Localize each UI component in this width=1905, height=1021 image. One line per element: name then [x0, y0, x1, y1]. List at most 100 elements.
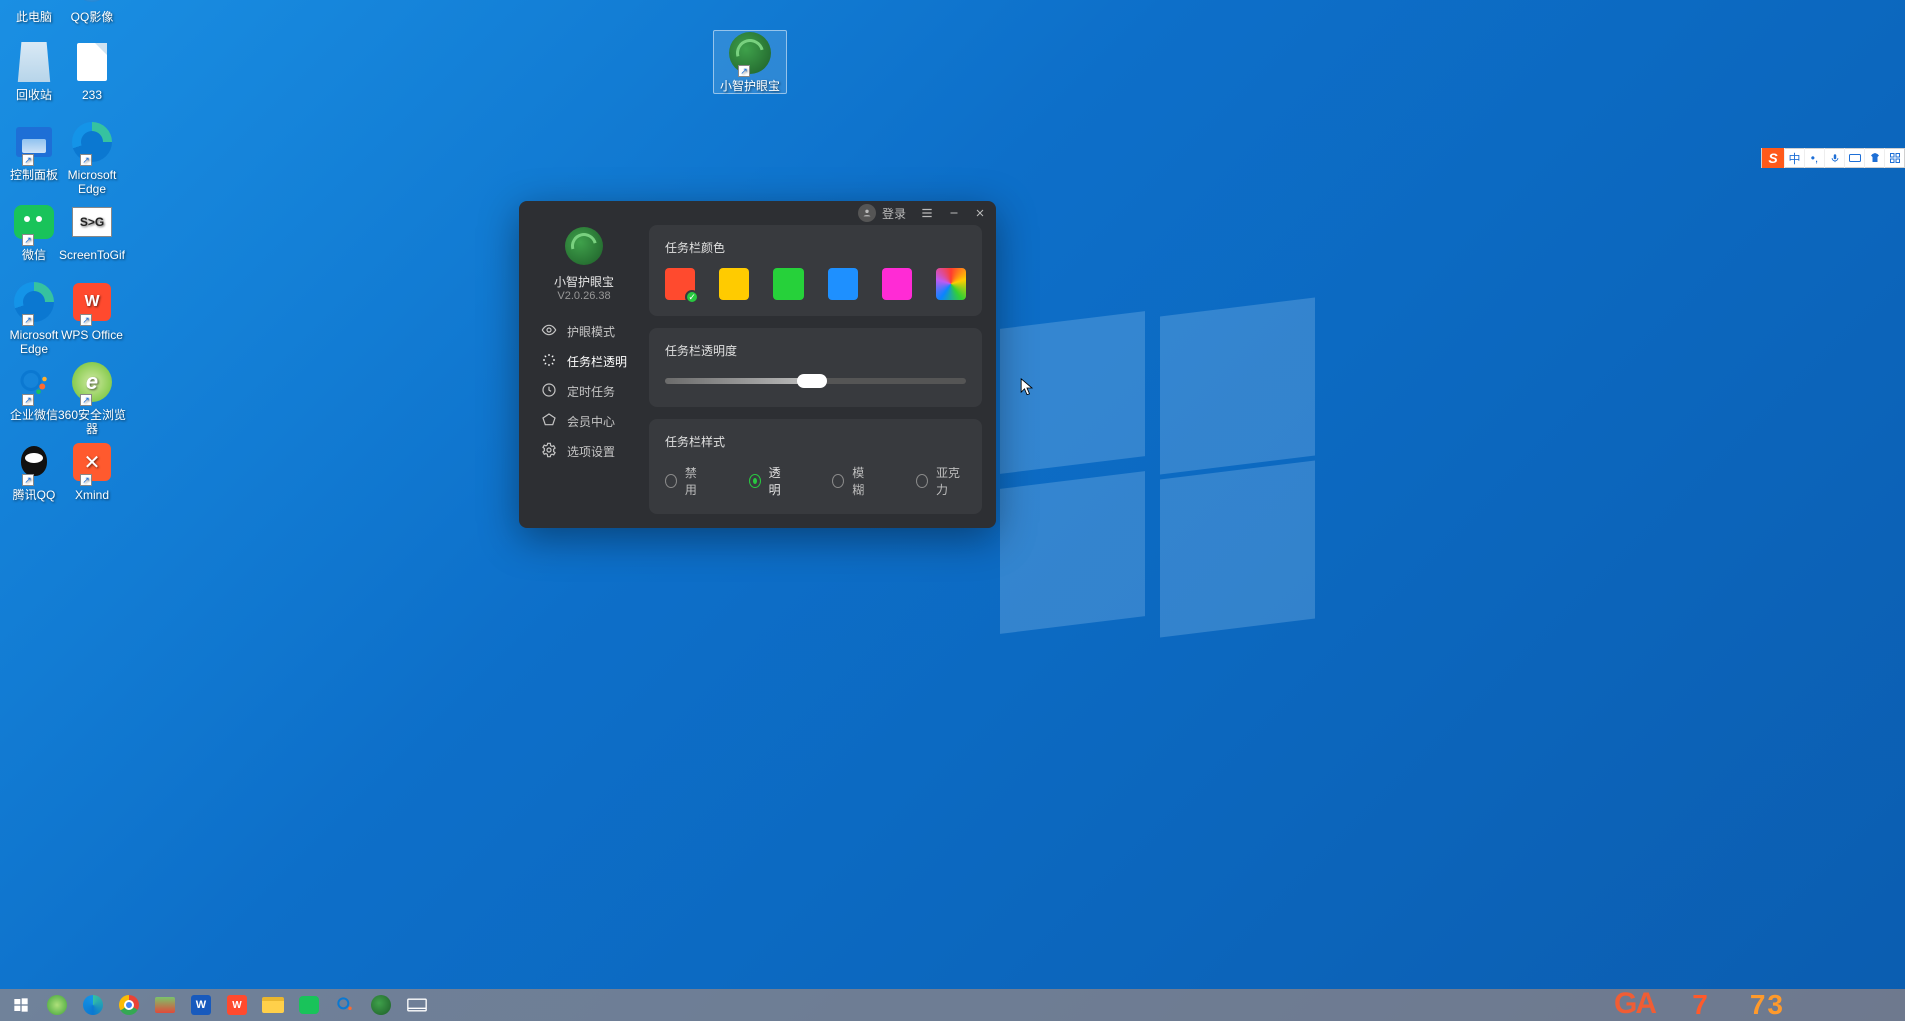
ime-toolbar[interactable]: S 中 •,: [1761, 148, 1905, 168]
desktop-icon-qq-image[interactable]: QQ影像: [55, 0, 129, 24]
app-icon: ↗: [728, 31, 772, 75]
taskbar-chrome[interactable]: [114, 991, 144, 1019]
desktop-icon-label: Xmind: [55, 488, 129, 502]
shortcut-badge-icon: ↗: [738, 65, 750, 77]
taskbar-wechat[interactable]: [294, 991, 324, 1019]
desktop-icon-360[interactable]: ↗360安全浏览器: [55, 360, 129, 436]
nav-item-timer[interactable]: 定时任务: [519, 376, 649, 406]
windows-icon: [13, 997, 29, 1013]
ime-punct-icon[interactable]: •,: [1804, 148, 1824, 168]
shortcut-badge-icon: ↗: [22, 394, 34, 406]
card-title: 任务栏样式: [665, 433, 966, 450]
radio-dot-icon: [916, 474, 928, 488]
minimize-button[interactable]: [948, 207, 960, 219]
desktop-icon-app[interactable]: ↗ 小智护眼宝: [713, 30, 787, 94]
ime-mic-icon[interactable]: [1824, 148, 1844, 168]
doc-233-icon: [70, 40, 114, 84]
edge2-icon: ↗: [12, 280, 56, 324]
vip-icon: [541, 412, 557, 431]
nav: 护眼模式任务栏透明定时任务会员中心选项设置: [519, 316, 649, 466]
start-button[interactable]: [6, 991, 36, 1019]
mouse-cursor: [1020, 378, 1034, 398]
style-radio-0[interactable]: 禁用: [665, 464, 705, 498]
desktop-icon-xmind[interactable]: ↗ Xmind: [55, 440, 129, 502]
windows-logo-backdrop: [1000, 320, 1310, 630]
check-icon: ✓: [685, 290, 699, 304]
nav-item-taskbar[interactable]: 任务栏透明: [519, 346, 649, 376]
360-icon: ↗: [70, 360, 114, 404]
color-swatches: ✓: [665, 268, 966, 300]
tray-overlay-left: GA: [1614, 987, 1655, 1021]
style-radio-3[interactable]: 亚克力: [916, 464, 966, 498]
this-pc-icon: [12, 0, 56, 6]
close-icon: [974, 207, 986, 219]
menu-button[interactable]: [920, 206, 934, 220]
shortcut-badge-icon: ↗: [80, 394, 92, 406]
color-swatch-0[interactable]: ✓: [665, 268, 695, 300]
radio-dot-icon: [749, 474, 761, 488]
nav-label: 选项设置: [567, 443, 615, 460]
color-swatch-2[interactable]: [773, 268, 803, 300]
ime-lang[interactable]: 中: [1784, 148, 1804, 168]
taskbar-taskview[interactable]: [402, 991, 432, 1019]
color-swatch-3[interactable]: [828, 268, 858, 300]
style-radio-2[interactable]: 模糊: [832, 464, 872, 498]
taskbar-360-browser[interactable]: [42, 991, 72, 1019]
settings-icon: [541, 442, 557, 461]
ctrlpanel-icon: ↗: [12, 120, 56, 164]
nav-label: 护眼模式: [567, 323, 615, 340]
ime-toolbox-icon[interactable]: [1884, 148, 1904, 168]
app-version: V2.0.26.38: [557, 290, 610, 302]
content: 任务栏颜色 ✓ 任务栏透明度 任务栏样式 禁用透明模糊亚克力: [649, 225, 996, 528]
nav-item-settings[interactable]: 选项设置: [519, 436, 649, 466]
nav-label: 任务栏透明: [567, 353, 627, 370]
shortcut-badge-icon: ↗: [80, 474, 92, 486]
shortcut-badge-icon: ↗: [22, 474, 34, 486]
recycle-icon: [12, 40, 56, 84]
taskbar-snip[interactable]: [150, 991, 180, 1019]
style-radio-1[interactable]: 透明: [749, 464, 789, 498]
wps-icon: W↗: [70, 280, 114, 324]
slider-thumb[interactable]: [797, 374, 827, 388]
taskbar-wps[interactable]: W: [222, 991, 252, 1019]
taskbar-explorer[interactable]: [258, 991, 288, 1019]
taskbar-edge[interactable]: [78, 991, 108, 1019]
desktop-icon-wps[interactable]: W↗WPS Office: [55, 280, 129, 342]
app-logo-icon: [565, 227, 603, 265]
close-button[interactable]: [974, 207, 986, 219]
minimize-icon: [948, 207, 960, 219]
color-swatch-5[interactable]: [936, 268, 966, 300]
desktop-icon-s2g[interactable]: S>G ScreenToGif: [55, 200, 129, 262]
ime-brand-icon: S: [1762, 148, 1784, 168]
hamburger-icon: [920, 206, 934, 220]
radio-label: 模糊: [852, 464, 872, 498]
shortcut-badge-icon: ↗: [80, 154, 92, 166]
taskbar-eyeguard[interactable]: [366, 991, 396, 1019]
desktop-icon-edge1[interactable]: ↗Microsoft Edge: [55, 120, 129, 196]
timer-icon: [541, 382, 557, 401]
color-swatch-1[interactable]: [719, 268, 749, 300]
shortcut-badge-icon: ↗: [22, 314, 34, 326]
login-button[interactable]: 登录: [858, 204, 906, 222]
s2g-icon: S>G: [70, 200, 114, 244]
nav-item-vip[interactable]: 会员中心: [519, 406, 649, 436]
shortcut-badge-icon: ↗: [22, 234, 34, 246]
desktop-icon-doc-233[interactable]: 233: [55, 40, 129, 102]
ime-skin-icon[interactable]: [1864, 148, 1884, 168]
shortcut-badge-icon: ↗: [80, 314, 92, 326]
radio-label: 禁用: [685, 464, 705, 498]
slider-track: [665, 378, 966, 384]
taskbar-wecom[interactable]: [330, 991, 360, 1019]
opacity-slider[interactable]: [665, 371, 966, 391]
ime-keyboard-icon[interactable]: [1844, 148, 1864, 168]
radio-dot-icon: [832, 474, 844, 488]
qq-icon: ↗: [12, 440, 56, 484]
taskbar-word[interactable]: W: [186, 991, 216, 1019]
desktop-icon-label: ScreenToGif: [55, 248, 129, 262]
color-swatch-4[interactable]: [882, 268, 912, 300]
card-taskbar-style: 任务栏样式 禁用 透明 模糊 亚克力: [649, 419, 982, 514]
shortcut-badge-icon: ↗: [22, 154, 34, 166]
nav-item-eye[interactable]: 护眼模式: [519, 316, 649, 346]
slider-fill: [665, 378, 812, 384]
desktop-icon-label: 小智护眼宝: [714, 79, 786, 93]
